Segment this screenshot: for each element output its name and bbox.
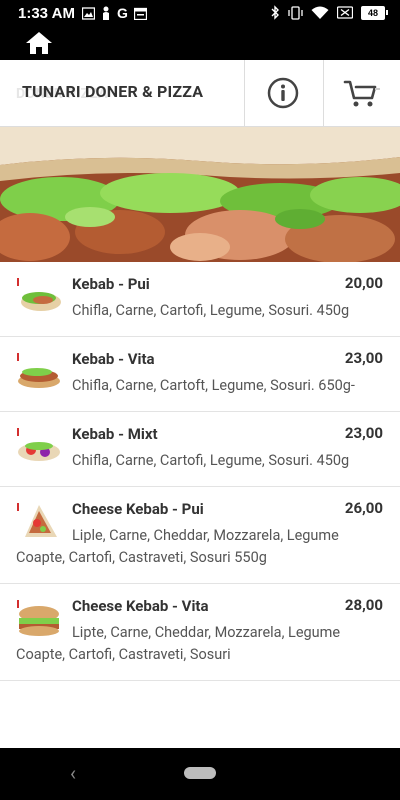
product-name: Kebab - Mixt: [72, 425, 158, 443]
product-name: Kebab - Pui: [72, 275, 150, 293]
google-icon: G: [117, 5, 128, 21]
menu-item[interactable]: Cheese Kebab - Pui 26,00 Liple, Carne, C…: [0, 487, 400, 584]
home-pill[interactable]: [184, 767, 216, 779]
menu-list[interactable]: Kebab - Pui 20,00 Chifla, Carne, Cartofi…: [0, 262, 400, 748]
info-icon: [267, 77, 299, 109]
product-thumbnail: [17, 353, 61, 391]
product-thumbnail: [17, 278, 61, 316]
product-description: Chifla, Carne, Cartofi, Legume, Sosuri. …: [72, 302, 350, 319]
back-icon[interactable]: ‹: [70, 761, 76, 785]
menu-item[interactable]: Cheese Kebab - Vita 28,00 Lipte, Carne, …: [0, 584, 400, 681]
header-banner-image: [0, 127, 400, 262]
product-thumbnail: [17, 600, 61, 638]
product-description: Liple, Carne, Cheddar, Mozzarela, Legume…: [16, 527, 339, 566]
product-description: Chifla, Carne, Cartofi, Legume, Sosuri. …: [72, 452, 350, 469]
menu-item[interactable]: Kebab - Mixt 23,00 Chifla, Carne, Cartof…: [0, 412, 400, 487]
notification-icons: G: [82, 5, 147, 21]
product-price: 23,00: [344, 349, 383, 367]
info-button[interactable]: [244, 60, 321, 126]
product-thumbnail: [17, 503, 61, 541]
wifi-icon: [311, 6, 329, 19]
status-bar: 1:33 AM G 48: [0, 0, 400, 28]
no-sim-icon: [337, 6, 353, 19]
product-name: Cheese Kebab - Vita: [72, 597, 209, 615]
vibrate-icon: [288, 5, 303, 20]
system-icons: 48: [271, 5, 388, 20]
product-description: Chifla, Carne, Cartoft, Legume, Sosuri. …: [72, 377, 355, 394]
home-button[interactable]: [22, 28, 56, 58]
title-area: DONER PIZZA TUNARI DONER & PIZZA: [0, 60, 244, 126]
product-name: Kebab - Vita: [72, 350, 155, 368]
cart-icon: [343, 80, 380, 107]
product-name: Cheese Kebab - Pui: [72, 500, 204, 518]
home-icon: [26, 32, 52, 54]
product-price: 20,00: [344, 274, 383, 292]
product-price: 23,00: [344, 424, 383, 442]
product-price: 26,00: [344, 499, 383, 517]
bluetooth-icon: [271, 5, 279, 20]
person-icon: [103, 6, 109, 20]
calendar-icon: [133, 7, 147, 20]
restaurant-title: TUNARI DONER & PIZZA: [22, 82, 204, 101]
battery-icon: 48: [361, 5, 388, 20]
product-thumbnail: [17, 428, 61, 466]
product-description: Lipte, Carne, Cheddar, Mozzarela, Legume…: [16, 624, 341, 663]
top-home-bar: [0, 28, 400, 60]
menu-item[interactable]: Kebab - Pui 20,00 Chifla, Carne, Cartofi…: [0, 262, 400, 337]
product-price: 28,00: [344, 596, 383, 614]
system-navigation-bar: ‹: [0, 748, 400, 800]
menu-item[interactable]: Kebab - Vita 23,00 Chifla, Carne, Cartof…: [0, 337, 400, 412]
status-time: 1:33 AM: [18, 5, 75, 22]
restaurant-header: DONER PIZZA TUNARI DONER & PIZZA: [0, 60, 400, 127]
cart-button[interactable]: [323, 60, 400, 126]
battery-level: 48: [361, 5, 385, 20]
image-icon: [82, 6, 95, 20]
